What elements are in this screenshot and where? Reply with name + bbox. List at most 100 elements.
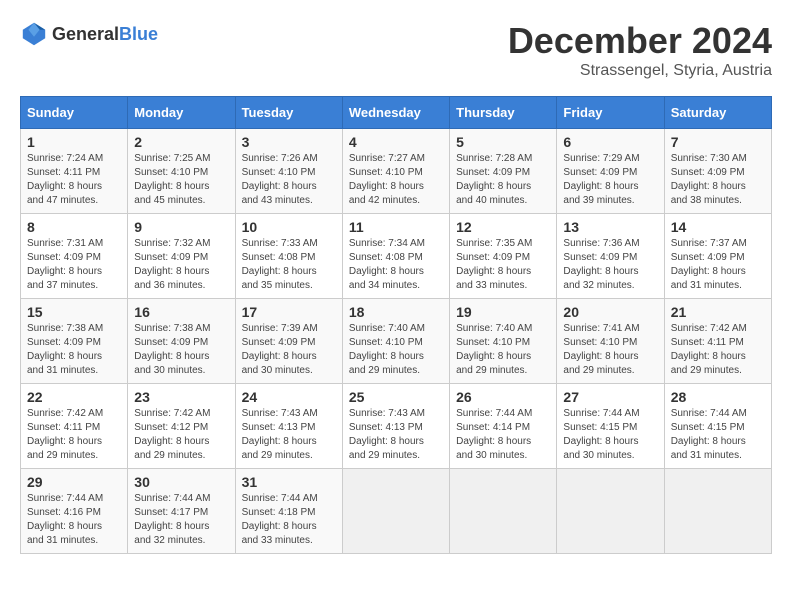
day-info: Sunrise: 7:29 AMSunset: 4:09 PMDaylight:… — [563, 152, 657, 208]
calendar-cell: 1 Sunrise: 7:24 AMSunset: 4:11 PMDaylight… — [21, 129, 128, 214]
day-info: Sunrise: 7:30 AMSunset: 4:09 PMDaylight:… — [671, 152, 765, 208]
day-info: Sunrise: 7:28 AMSunset: 4:09 PMDaylight:… — [456, 152, 550, 208]
calendar-week-5: 29 Sunrise: 7:44 AMSunset: 4:16 PMDayligh… — [21, 469, 772, 554]
day-number: 22 — [27, 389, 121, 405]
calendar-cell: 18 Sunrise: 7:40 AMSunset: 4:10 PMDayligh… — [342, 299, 449, 384]
calendar-cell — [664, 469, 771, 554]
calendar-table: SundayMondayTuesdayWednesdayThursdayFrid… — [20, 96, 772, 554]
day-number: 1 — [27, 134, 121, 150]
calendar-cell: 9Sunrise: 7:32 AMSunset: 4:09 PMDaylight… — [128, 214, 235, 299]
day-info: Sunrise: 7:34 AMSunset: 4:08 PMDaylight:… — [349, 237, 443, 293]
day-number: 19 — [456, 304, 550, 320]
day-number: 18 — [349, 304, 443, 320]
calendar-cell: 20 Sunrise: 7:41 AMSunset: 4:10 PMDayligh… — [557, 299, 664, 384]
day-info: Sunrise: 7:38 AMSunset: 4:09 PMDaylight:… — [27, 322, 121, 378]
day-header-monday: Monday — [128, 97, 235, 129]
calendar-cell: 16 Sunrise: 7:38 AMSunset: 4:09 PMDayligh… — [128, 299, 235, 384]
day-number: 5 — [456, 134, 550, 150]
day-info: Sunrise: 7:44 AMSunset: 4:16 PMDaylight:… — [27, 492, 121, 548]
day-number: 24 — [242, 389, 336, 405]
calendar-cell: 11Sunrise: 7:34 AMSunset: 4:08 PMDayligh… — [342, 214, 449, 299]
calendar-cell: 19 Sunrise: 7:40 AMSunset: 4:10 PMDayligh… — [450, 299, 557, 384]
day-number: 21 — [671, 304, 765, 320]
calendar-week-1: 1 Sunrise: 7:24 AMSunset: 4:11 PMDaylight… — [21, 129, 772, 214]
day-info: Sunrise: 7:42 AMSunset: 4:12 PMDaylight:… — [134, 407, 228, 463]
day-number: 8 — [27, 219, 121, 235]
day-info: Sunrise: 7:27 AMSunset: 4:10 PMDaylight:… — [349, 152, 443, 208]
calendar-cell: 23 Sunrise: 7:42 AMSunset: 4:12 PMDayligh… — [128, 384, 235, 469]
calendar-cell: 31 Sunrise: 7:44 AMSunset: 4:18 PMDayligh… — [235, 469, 342, 554]
day-number: 10 — [242, 219, 336, 235]
day-info: Sunrise: 7:44 AMSunset: 4:14 PMDaylight:… — [456, 407, 550, 463]
calendar-cell: 6Sunrise: 7:29 AMSunset: 4:09 PMDaylight… — [557, 129, 664, 214]
calendar-cell: 8 Sunrise: 7:31 AMSunset: 4:09 PMDaylight… — [21, 214, 128, 299]
calendar-cell: 21 Sunrise: 7:42 AMSunset: 4:11 PMDayligh… — [664, 299, 771, 384]
day-number: 4 — [349, 134, 443, 150]
calendar-cell: 3Sunrise: 7:26 AMSunset: 4:10 PMDaylight… — [235, 129, 342, 214]
day-number: 28 — [671, 389, 765, 405]
day-info: Sunrise: 7:43 AMSunset: 4:13 PMDaylight:… — [242, 407, 336, 463]
day-info: Sunrise: 7:43 AMSunset: 4:13 PMDaylight:… — [349, 407, 443, 463]
day-info: Sunrise: 7:24 AMSunset: 4:11 PMDaylight:… — [27, 152, 121, 208]
calendar-cell: 28 Sunrise: 7:44 AMSunset: 4:15 PMDayligh… — [664, 384, 771, 469]
calendar-cell: 15Sunrise: 7:38 AMSunset: 4:09 PMDayligh… — [21, 299, 128, 384]
day-info: Sunrise: 7:33 AMSunset: 4:08 PMDaylight:… — [242, 237, 336, 293]
day-info: Sunrise: 7:31 AMSunset: 4:09 PMDaylight:… — [27, 237, 121, 293]
day-info: Sunrise: 7:36 AMSunset: 4:09 PMDaylight:… — [563, 237, 657, 293]
day-number: 14 — [671, 219, 765, 235]
calendar-cell — [342, 469, 449, 554]
day-info: Sunrise: 7:35 AMSunset: 4:09 PMDaylight:… — [456, 237, 550, 293]
calendar-cell: 22 Sunrise: 7:42 AMSunset: 4:11 PMDayligh… — [21, 384, 128, 469]
calendar-cell: 27Sunrise: 7:44 AMSunset: 4:15 PMDayligh… — [557, 384, 664, 469]
calendar-cell: 5 Sunrise: 7:28 AMSunset: 4:09 PMDaylight… — [450, 129, 557, 214]
calendar-cell — [450, 469, 557, 554]
day-info: Sunrise: 7:25 AMSunset: 4:10 PMDaylight:… — [134, 152, 228, 208]
day-info: Sunrise: 7:40 AMSunset: 4:10 PMDaylight:… — [349, 322, 443, 378]
day-number: 23 — [134, 389, 228, 405]
day-info: Sunrise: 7:44 AMSunset: 4:17 PMDaylight:… — [134, 492, 228, 548]
day-info: Sunrise: 7:40 AMSunset: 4:10 PMDaylight:… — [456, 322, 550, 378]
day-info: Sunrise: 7:38 AMSunset: 4:09 PMDaylight:… — [134, 322, 228, 378]
logo: GeneralBlue — [20, 20, 158, 48]
calendar-cell: 13 Sunrise: 7:36 AMSunset: 4:09 PMDayligh… — [557, 214, 664, 299]
day-info: Sunrise: 7:39 AMSunset: 4:09 PMDaylight:… — [242, 322, 336, 378]
calendar-cell: 2Sunrise: 7:25 AMSunset: 4:10 PMDaylight… — [128, 129, 235, 214]
day-info: Sunrise: 7:44 AMSunset: 4:18 PMDaylight:… — [242, 492, 336, 548]
day-header-sunday: Sunday — [21, 97, 128, 129]
day-info: Sunrise: 7:42 AMSunset: 4:11 PMDaylight:… — [27, 407, 121, 463]
calendar-week-4: 22 Sunrise: 7:42 AMSunset: 4:11 PMDayligh… — [21, 384, 772, 469]
day-info: Sunrise: 7:32 AMSunset: 4:09 PMDaylight:… — [134, 237, 228, 293]
calendar-cell: 25 Sunrise: 7:43 AMSunset: 4:13 PMDayligh… — [342, 384, 449, 469]
calendar-header: SundayMondayTuesdayWednesdayThursdayFrid… — [21, 97, 772, 129]
calendar-cell: 29 Sunrise: 7:44 AMSunset: 4:16 PMDayligh… — [21, 469, 128, 554]
day-number: 30 — [134, 474, 228, 490]
day-number: 13 — [563, 219, 657, 235]
logo-text: GeneralBlue — [52, 24, 158, 45]
day-number: 7 — [671, 134, 765, 150]
day-number: 29 — [27, 474, 121, 490]
day-number: 26 — [456, 389, 550, 405]
day-number: 25 — [349, 389, 443, 405]
calendar-cell: 10 Sunrise: 7:33 AMSunset: 4:08 PMDayligh… — [235, 214, 342, 299]
calendar-cell: 7 Sunrise: 7:30 AMSunset: 4:09 PMDaylight… — [664, 129, 771, 214]
day-number: 16 — [134, 304, 228, 320]
day-header-saturday: Saturday — [664, 97, 771, 129]
day-number: 27 — [563, 389, 657, 405]
day-number: 3 — [242, 134, 336, 150]
day-number: 20 — [563, 304, 657, 320]
calendar-cell: 30 Sunrise: 7:44 AMSunset: 4:17 PMDayligh… — [128, 469, 235, 554]
calendar-cell: 17Sunrise: 7:39 AMSunset: 4:09 PMDayligh… — [235, 299, 342, 384]
day-info: Sunrise: 7:44 AMSunset: 4:15 PMDaylight:… — [671, 407, 765, 463]
day-info: Sunrise: 7:42 AMSunset: 4:11 PMDaylight:… — [671, 322, 765, 378]
calendar-cell — [557, 469, 664, 554]
day-number: 31 — [242, 474, 336, 490]
calendar-cell: 24 Sunrise: 7:43 AMSunset: 4:13 PMDayligh… — [235, 384, 342, 469]
title-area: December 2024 Strassengel, Styria, Austr… — [508, 20, 772, 80]
logo-icon — [20, 20, 48, 48]
calendar-cell: 26 Sunrise: 7:44 AMSunset: 4:14 PMDayligh… — [450, 384, 557, 469]
day-header-friday: Friday — [557, 97, 664, 129]
day-info: Sunrise: 7:41 AMSunset: 4:10 PMDaylight:… — [563, 322, 657, 378]
day-number: 12 — [456, 219, 550, 235]
day-info: Sunrise: 7:37 AMSunset: 4:09 PMDaylight:… — [671, 237, 765, 293]
calendar-cell: 4 Sunrise: 7:27 AMSunset: 4:10 PMDaylight… — [342, 129, 449, 214]
